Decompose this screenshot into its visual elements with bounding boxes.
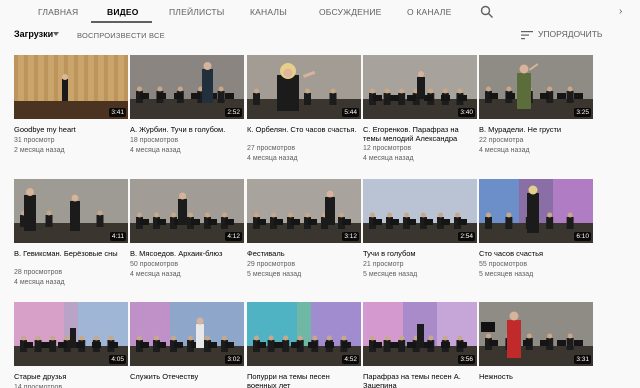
video-views: 22 просмотра	[479, 137, 524, 144]
video-title[interactable]: К. Орбелян. Сто часов счастья.	[247, 125, 361, 134]
video-thumbnail[interactable]: 4:05	[14, 302, 128, 366]
video-duration-badge: 3:40	[458, 108, 475, 117]
video-duration-badge: 3:56	[458, 355, 475, 364]
chevron-right-icon[interactable]: ›	[619, 6, 622, 17]
video-title[interactable]: Goodbye my heart	[14, 125, 128, 134]
video-duration-badge: 4:05	[109, 355, 126, 364]
video-title[interactable]: С. Егоренков. Парафраз на темы мелодий А…	[363, 125, 477, 143]
video-duration-badge: 4:11	[109, 232, 126, 241]
video-views: 28 просмотров	[14, 269, 63, 276]
tab-channels[interactable]: КАНАЛЫ	[250, 7, 287, 17]
video-duration-badge: 3:02	[225, 355, 242, 364]
video-upload-time: 5 месяцев назад	[247, 271, 302, 278]
video-thumbnail[interactable]: 2:52	[130, 55, 244, 119]
video-duration-badge: 4:52	[342, 355, 359, 364]
video-upload-time: 4 месяца назад	[247, 155, 298, 162]
video-title[interactable]: Фестиваль	[247, 249, 361, 258]
video-upload-time: 2 месяца назад	[14, 147, 65, 154]
video-thumbnail[interactable]: 3:12	[247, 179, 361, 243]
video-upload-time: 4 месяца назад	[130, 271, 181, 278]
video-upload-time: 5 месяцев назад	[479, 271, 534, 278]
video-upload-time: 5 месяцев назад	[363, 271, 418, 278]
video-views: 12 просмотров	[363, 145, 412, 152]
video-duration-badge: 5:44	[342, 108, 359, 117]
video-views: 14 просмотров	[14, 384, 63, 388]
video-title[interactable]: Парафраз на темы песен А. Зацепина	[363, 372, 477, 388]
video-thumbnail[interactable]: 4:11	[14, 179, 128, 243]
video-views: 18 просмотров	[130, 137, 179, 144]
video-thumbnail[interactable]: 3:41	[14, 55, 128, 119]
channel-tabs: ГЛАВНАЯ ВИДЕО ПЛЕЙЛИСТЫ КАНАЛЫ ОБСУЖДЕНИ…	[0, 0, 640, 24]
video-thumbnail[interactable]: 4:52	[247, 302, 361, 366]
video-title[interactable]: Тучи в голубом	[363, 249, 477, 258]
tab-discussion[interactable]: ОБСУЖДЕНИЕ	[319, 7, 382, 17]
tab-about[interactable]: О КАНАЛЕ	[407, 7, 451, 17]
sort-button[interactable]: УПОРЯДОЧИТЬ	[538, 29, 602, 39]
video-upload-time: 4 месяца назад	[14, 279, 65, 286]
video-title[interactable]: В. Гевиксман. Берёзовые сны	[14, 249, 128, 258]
video-title[interactable]: Нежность	[479, 372, 593, 381]
video-title[interactable]: Служить Отечеству	[130, 372, 244, 381]
video-views: 31 просмотр	[14, 137, 55, 144]
video-duration-badge: 4:12	[225, 232, 242, 241]
video-thumbnail[interactable]: 3:25	[479, 55, 593, 119]
video-upload-time: 4 месяца назад	[479, 147, 530, 154]
video-thumbnail[interactable]: 3:31	[479, 302, 593, 366]
caret-down-icon[interactable]	[53, 32, 59, 36]
video-views: 27 просмотров	[247, 145, 296, 152]
video-title[interactable]: Старые друзья	[14, 372, 128, 381]
video-views: 21 просмотр	[363, 261, 404, 268]
play-all-button[interactable]: ВОСПРОИЗВЕСТИ ВСЕ	[77, 31, 165, 40]
video-thumbnail[interactable]: 6:10	[479, 179, 593, 243]
video-title[interactable]: В. Мясоедов. Архаик-блюз	[130, 249, 244, 258]
video-upload-time: 4 месяца назад	[363, 155, 414, 162]
active-tab-indicator	[91, 21, 152, 23]
tab-playlists[interactable]: ПЛЕЙЛИСТЫ	[169, 7, 225, 17]
video-upload-time: 4 месяца назад	[130, 147, 181, 154]
video-duration-badge: 2:54	[458, 232, 475, 241]
video-toolbar: Загрузки ВОСПРОИЗВЕСТИ ВСЕ УПОРЯДОЧИТЬ	[0, 24, 640, 48]
video-title[interactable]: В. Мурадели. Не грусти	[479, 125, 593, 134]
video-duration-badge: 3:41	[109, 108, 126, 117]
video-duration-badge: 3:25	[574, 108, 591, 117]
tab-home[interactable]: ГЛАВНАЯ	[38, 7, 78, 17]
video-views: 50 просмотров	[130, 261, 179, 268]
video-thumbnail[interactable]: 2:54	[363, 179, 477, 243]
video-thumbnail[interactable]: 4:12	[130, 179, 244, 243]
video-title[interactable]: А. Журбин. Тучи в голубом.	[130, 125, 244, 134]
sort-icon[interactable]	[521, 30, 533, 40]
video-thumbnail[interactable]: 3:40	[363, 55, 477, 119]
video-views: 55 просмотров	[479, 261, 528, 268]
video-views: 29 просмотров	[247, 261, 296, 268]
tab-videos[interactable]: ВИДЕО	[107, 7, 139, 17]
video-thumbnail[interactable]: 3:56	[363, 302, 477, 366]
video-thumbnail[interactable]: 3:02	[130, 302, 244, 366]
video-title[interactable]: Попурри на темы песен военных лет	[247, 372, 361, 388]
video-duration-badge: 3:12	[342, 232, 359, 241]
video-title[interactable]: Сто часов счастья	[479, 249, 593, 258]
video-thumbnail[interactable]: 5:44	[247, 55, 361, 119]
video-duration-badge: 2:52	[225, 108, 242, 117]
uploads-dropdown[interactable]: Загрузки	[14, 29, 53, 39]
video-duration-badge: 6:10	[574, 232, 591, 241]
search-icon[interactable]	[480, 5, 494, 19]
video-duration-badge: 3:31	[574, 355, 591, 364]
